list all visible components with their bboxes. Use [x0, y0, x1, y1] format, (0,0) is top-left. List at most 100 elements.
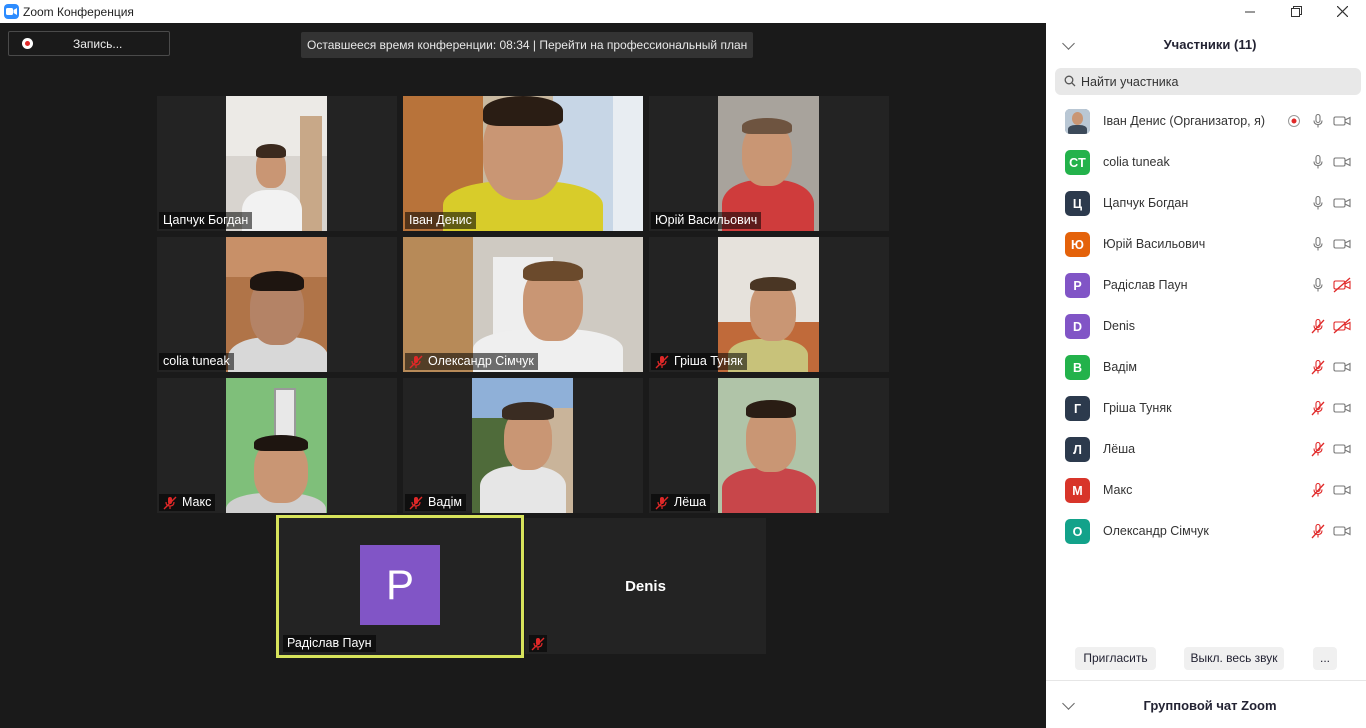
- participants-panel: Участники (11) Іван Денис (Организатор, …: [1046, 23, 1366, 728]
- title-bar: Zoom Конференция: [0, 0, 1366, 23]
- mic-off-icon[interactable]: [1310, 482, 1326, 498]
- avatar: Р: [1065, 273, 1090, 298]
- video-feed: [226, 378, 327, 513]
- camera-icon[interactable]: [1333, 154, 1351, 170]
- camera-icon[interactable]: [1333, 236, 1351, 252]
- more-button[interactable]: ...: [1313, 647, 1337, 670]
- video-feed: [472, 378, 573, 513]
- video-tile[interactable]: Гріша Туняк: [649, 237, 889, 372]
- camera-icon[interactable]: [1333, 482, 1351, 498]
- microphone-icon[interactable]: [1310, 195, 1326, 211]
- record-icon: [22, 38, 33, 49]
- mic-off-icon: [163, 496, 177, 509]
- participant-row[interactable]: В Вадім: [1046, 347, 1366, 388]
- participant-name-tag: Вадім: [405, 494, 466, 511]
- video-tile[interactable]: Лёша: [649, 378, 889, 513]
- video-feed: [226, 96, 327, 231]
- participant-name: Цапчук Богдан: [1103, 196, 1189, 210]
- video-tile[interactable]: Цапчук Богдан: [157, 96, 397, 231]
- avatar: CT: [1065, 150, 1090, 175]
- panel-title: Участники (11): [1163, 37, 1257, 52]
- window-title: Zoom Конференция: [23, 5, 134, 19]
- participant-row[interactable]: Ю Юрій Васильович: [1046, 224, 1366, 265]
- participant-name: Denis: [625, 578, 666, 595]
- participant-name: Радіслав Паун: [1103, 278, 1188, 292]
- video-tile[interactable]: Іван Денис: [403, 96, 643, 231]
- record-label: Запись...: [73, 37, 123, 51]
- mic-off-icon[interactable]: [1310, 441, 1326, 457]
- participant-avatar: P: [360, 545, 440, 625]
- video-tile[interactable]: Вадім: [403, 378, 643, 513]
- microphone-icon[interactable]: [1310, 154, 1326, 170]
- participant-row[interactable]: Г Гріша Туняк: [1046, 388, 1366, 429]
- participant-name-tag: Іван Денис: [405, 212, 476, 229]
- participant-row[interactable]: Р Радіслав Паун: [1046, 265, 1366, 306]
- camera-off-icon[interactable]: [1333, 277, 1351, 293]
- time-remaining-banner[interactable]: Оставшееся время конференции: 08:34 | Пе…: [301, 32, 754, 58]
- video-feed: [718, 237, 819, 372]
- divider: [1046, 680, 1366, 681]
- record-button[interactable]: Запись...: [8, 31, 170, 56]
- avatar: Л: [1065, 437, 1090, 462]
- avatar: В: [1065, 355, 1090, 380]
- microphone-icon[interactable]: [1310, 236, 1326, 252]
- camera-off-icon[interactable]: [1333, 318, 1351, 334]
- video-tile[interactable]: Denis: [525, 518, 766, 654]
- mic-off-icon: [409, 355, 423, 368]
- recording-icon: [1287, 114, 1303, 130]
- participant-row[interactable]: О Олександр Сімчук: [1046, 511, 1366, 552]
- video-stage: Запись... Оставшееся время конференции: …: [0, 23, 1046, 728]
- mic-off-icon[interactable]: [1310, 318, 1326, 334]
- participant-row[interactable]: Ц Цапчук Богдан: [1046, 183, 1366, 224]
- camera-icon[interactable]: [1333, 523, 1351, 539]
- mic-off-icon[interactable]: [1310, 400, 1326, 416]
- close-button[interactable]: [1319, 0, 1365, 23]
- camera-icon[interactable]: [1333, 441, 1351, 457]
- avatar: М: [1065, 478, 1090, 503]
- video-tile[interactable]: Олександр Сімчук: [403, 237, 643, 372]
- participant-name: colia tuneak: [1103, 155, 1170, 169]
- camera-icon[interactable]: [1333, 195, 1351, 211]
- microphone-icon[interactable]: [1310, 277, 1326, 293]
- restore-button[interactable]: [1273, 0, 1319, 23]
- participant-name: Denis: [1103, 319, 1135, 333]
- camera-icon[interactable]: [1333, 359, 1351, 375]
- participant-row[interactable]: D Denis: [1046, 306, 1366, 347]
- invite-button[interactable]: Пригласить: [1075, 647, 1156, 670]
- video-feed: [403, 96, 643, 231]
- participant-name-tag: [529, 635, 547, 652]
- restore-icon: [1290, 6, 1302, 17]
- participant-name: Олександр Сімчук: [1103, 524, 1209, 538]
- participant-row[interactable]: CT colia tuneak: [1046, 142, 1366, 183]
- search-input[interactable]: [1081, 73, 1351, 90]
- participant-name-tag: colia tuneak: [159, 353, 234, 370]
- microphone-icon[interactable]: [1310, 113, 1326, 129]
- active-speaker-tile[interactable]: P Радіслав Паун: [276, 515, 524, 658]
- video-tile[interactable]: Юрій Васильович: [649, 96, 889, 231]
- participant-name: Іван Денис (Организатор, я): [1103, 114, 1266, 128]
- mic-off-icon: [655, 355, 669, 368]
- avatar: О: [1065, 519, 1090, 544]
- participant-row[interactable]: Л Лёша: [1046, 429, 1366, 470]
- participant-name-tag: Лёша: [651, 494, 711, 511]
- participants-header: Участники (11): [1046, 23, 1366, 65]
- search-icon: [1064, 75, 1076, 87]
- participant-name-tag: Цапчук Богдан: [159, 212, 253, 229]
- mic-off-icon[interactable]: [1310, 523, 1326, 539]
- video-tile[interactable]: Макс: [157, 378, 397, 513]
- participant-name-tag: Макс: [159, 494, 216, 511]
- minimize-icon: [1245, 11, 1255, 12]
- mic-off-icon: [655, 496, 669, 509]
- mic-off-icon[interactable]: [1310, 359, 1326, 375]
- camera-icon[interactable]: [1333, 113, 1351, 129]
- participant-row[interactable]: Іван Денис (Организатор, я): [1046, 101, 1366, 142]
- participant-row[interactable]: М Макс: [1046, 470, 1366, 511]
- avatar: [1065, 109, 1090, 134]
- participant-search[interactable]: [1055, 68, 1361, 95]
- video-tile[interactable]: colia tuneak: [157, 237, 397, 372]
- mute-all-button[interactable]: Выкл. весь звук: [1184, 647, 1284, 670]
- zoom-app-icon: [4, 4, 19, 19]
- video-feed: [718, 378, 819, 513]
- minimize-button[interactable]: [1227, 0, 1273, 23]
- camera-icon[interactable]: [1333, 400, 1351, 416]
